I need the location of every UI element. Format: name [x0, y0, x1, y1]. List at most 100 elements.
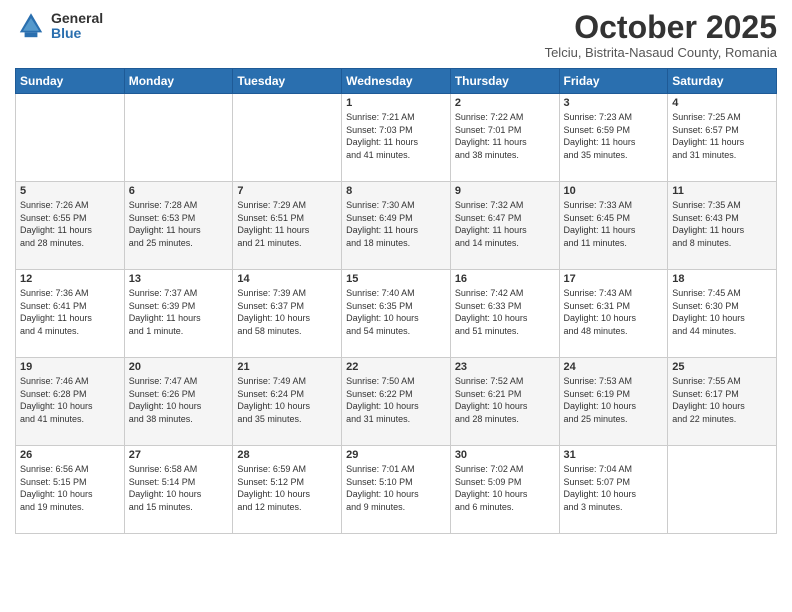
day-info: Sunrise: 7:47 AM Sunset: 6:26 PM Dayligh… [129, 375, 229, 425]
day-number: 8 [346, 185, 446, 197]
day-number: 16 [455, 273, 555, 285]
day-cell: 21 Sunrise: 7:49 AM Sunset: 6:24 PM Dayli… [233, 358, 342, 446]
day-cell: 7Sunrise: 7:29 AM Sunset: 6:51 PM Daylig… [233, 182, 342, 270]
calendar: SundayMondayTuesdayWednesdayThursdayFrid… [15, 68, 777, 534]
day-number: 3 [564, 97, 664, 109]
day-cell: 1Sunrise: 7:21 AM Sunset: 7:03 PM Daylig… [342, 94, 451, 182]
header: General Blue October 2025 Telciu, Bistri… [15, 10, 777, 60]
day-number: 13 [129, 273, 229, 285]
day-cell: 12 Sunrise: 7:36 AM Sunset: 6:41 PM Dayli… [16, 270, 125, 358]
day-info: Sunrise: 7:29 AM Sunset: 6:51 PM Dayligh… [237, 199, 337, 249]
day-cell [124, 94, 233, 182]
logo: General Blue [15, 10, 103, 42]
day-number: 30 [455, 449, 555, 461]
day-number: 31 [564, 449, 664, 461]
day-number: 4 [672, 97, 772, 109]
day-cell: 8 Sunrise: 7:30 AM Sunset: 6:49 PM Daylig… [342, 182, 451, 270]
day-cell: 25 Sunrise: 7:55 AM Sunset: 6:17 PM Dayli… [668, 358, 777, 446]
day-number: 17 [564, 273, 664, 285]
day-number: 12 [20, 273, 120, 285]
day-info: Sunrise: 7:25 AM Sunset: 6:57 PM Dayligh… [672, 111, 772, 161]
day-cell: 20 Sunrise: 7:47 AM Sunset: 6:26 PM Dayli… [124, 358, 233, 446]
day-info: Sunrise: 6:59 AM Sunset: 5:12 PM Dayligh… [237, 463, 337, 513]
day-cell: 14 Sunrise: 7:39 AM Sunset: 6:37 PM Dayli… [233, 270, 342, 358]
day-number: 23 [455, 361, 555, 373]
day-cell: 29 Sunrise: 7:01 AM Sunset: 5:10 PM Dayli… [342, 446, 451, 534]
day-cell: 18 Sunrise: 7:45 AM Sunset: 6:30 PM Dayli… [668, 270, 777, 358]
day-cell: 6 Sunrise: 7:28 AM Sunset: 6:53 PM Daylig… [124, 182, 233, 270]
day-cell: 5 Sunrise: 7:26 AM Sunset: 6:55 PM Daylig… [16, 182, 125, 270]
day-info: Sunrise: 7:21 AM Sunset: 7:03 PM Dayligh… [346, 111, 446, 161]
day-info: Sunrise: 7:42 AM Sunset: 6:33 PM Dayligh… [455, 287, 555, 337]
day-info: Sunrise: 7:49 AM Sunset: 6:24 PM Dayligh… [237, 375, 337, 425]
day-number: 14 [237, 273, 337, 285]
week-row-4: 19Sunrise: 7:46 AM Sunset: 6:28 PM Dayli… [16, 358, 777, 446]
day-cell: 19Sunrise: 7:46 AM Sunset: 6:28 PM Dayli… [16, 358, 125, 446]
day-number: 20 [129, 361, 229, 373]
day-cell: 31 Sunrise: 7:04 AM Sunset: 5:07 PM Dayli… [559, 446, 668, 534]
day-info: Sunrise: 7:01 AM Sunset: 5:10 PM Dayligh… [346, 463, 446, 513]
day-number: 9 [455, 185, 555, 197]
week-row-3: 12 Sunrise: 7:36 AM Sunset: 6:41 PM Dayli… [16, 270, 777, 358]
day-info: Sunrise: 7:04 AM Sunset: 5:07 PM Dayligh… [564, 463, 664, 513]
day-cell: 26Sunrise: 6:56 AM Sunset: 5:15 PM Dayli… [16, 446, 125, 534]
day-info: Sunrise: 7:46 AM Sunset: 6:28 PM Dayligh… [20, 375, 120, 425]
weekday-header-friday: Friday [559, 69, 668, 94]
day-cell: 10 Sunrise: 7:33 AM Sunset: 6:45 PM Dayli… [559, 182, 668, 270]
logo-icon [15, 10, 47, 42]
day-number: 18 [672, 273, 772, 285]
day-cell: 30Sunrise: 7:02 AM Sunset: 5:09 PM Dayli… [450, 446, 559, 534]
weekday-header-monday: Monday [124, 69, 233, 94]
day-number: 25 [672, 361, 772, 373]
day-cell: 27Sunrise: 6:58 AM Sunset: 5:14 PM Dayli… [124, 446, 233, 534]
day-number: 2 [455, 97, 555, 109]
weekday-header-sunday: Sunday [16, 69, 125, 94]
day-info: Sunrise: 7:32 AM Sunset: 6:47 PM Dayligh… [455, 199, 555, 249]
day-number: 10 [564, 185, 664, 197]
day-info: Sunrise: 7:33 AM Sunset: 6:45 PM Dayligh… [564, 199, 664, 249]
day-cell: 3 Sunrise: 7:23 AM Sunset: 6:59 PM Daylig… [559, 94, 668, 182]
day-info: Sunrise: 7:30 AM Sunset: 6:49 PM Dayligh… [346, 199, 446, 249]
day-number: 15 [346, 273, 446, 285]
day-info: Sunrise: 7:39 AM Sunset: 6:37 PM Dayligh… [237, 287, 337, 337]
day-cell: 11Sunrise: 7:35 AM Sunset: 6:43 PM Dayli… [668, 182, 777, 270]
day-info: Sunrise: 7:37 AM Sunset: 6:39 PM Dayligh… [129, 287, 229, 337]
day-info: Sunrise: 6:58 AM Sunset: 5:14 PM Dayligh… [129, 463, 229, 513]
day-info: Sunrise: 7:35 AM Sunset: 6:43 PM Dayligh… [672, 199, 772, 249]
weekday-header-saturday: Saturday [668, 69, 777, 94]
day-cell: 9 Sunrise: 7:32 AM Sunset: 6:47 PM Daylig… [450, 182, 559, 270]
day-number: 22 [346, 361, 446, 373]
day-info: Sunrise: 7:52 AM Sunset: 6:21 PM Dayligh… [455, 375, 555, 425]
day-number: 5 [20, 185, 120, 197]
day-cell: 15 Sunrise: 7:40 AM Sunset: 6:35 PM Dayli… [342, 270, 451, 358]
day-info: Sunrise: 7:36 AM Sunset: 6:41 PM Dayligh… [20, 287, 120, 337]
weekday-header-tuesday: Tuesday [233, 69, 342, 94]
location-text: Telciu, Bistrita-Nasaud County, Romania [545, 45, 777, 60]
day-cell [233, 94, 342, 182]
month-title: October 2025 [545, 10, 777, 45]
day-info: Sunrise: 7:23 AM Sunset: 6:59 PM Dayligh… [564, 111, 664, 161]
day-info: Sunrise: 7:28 AM Sunset: 6:53 PM Dayligh… [129, 199, 229, 249]
day-cell: 16 Sunrise: 7:42 AM Sunset: 6:33 PM Dayli… [450, 270, 559, 358]
weekday-header-thursday: Thursday [450, 69, 559, 94]
day-cell: 17 Sunrise: 7:43 AM Sunset: 6:31 PM Dayli… [559, 270, 668, 358]
day-info: Sunrise: 7:50 AM Sunset: 6:22 PM Dayligh… [346, 375, 446, 425]
logo-general-text: General [51, 11, 103, 26]
day-number: 28 [237, 449, 337, 461]
day-cell: 23 Sunrise: 7:52 AM Sunset: 6:21 PM Dayli… [450, 358, 559, 446]
day-cell: 24Sunrise: 7:53 AM Sunset: 6:19 PM Dayli… [559, 358, 668, 446]
day-number: 21 [237, 361, 337, 373]
day-number: 29 [346, 449, 446, 461]
day-info: Sunrise: 7:26 AM Sunset: 6:55 PM Dayligh… [20, 199, 120, 249]
day-number: 6 [129, 185, 229, 197]
day-info: Sunrise: 7:40 AM Sunset: 6:35 PM Dayligh… [346, 287, 446, 337]
day-cell [668, 446, 777, 534]
day-info: Sunrise: 7:43 AM Sunset: 6:31 PM Dayligh… [564, 287, 664, 337]
day-number: 26 [20, 449, 120, 461]
day-info: Sunrise: 7:55 AM Sunset: 6:17 PM Dayligh… [672, 375, 772, 425]
weekday-header-row: SundayMondayTuesdayWednesdayThursdayFrid… [16, 69, 777, 94]
day-info: Sunrise: 7:45 AM Sunset: 6:30 PM Dayligh… [672, 287, 772, 337]
week-row-5: 26Sunrise: 6:56 AM Sunset: 5:15 PM Dayli… [16, 446, 777, 534]
weekday-header-wednesday: Wednesday [342, 69, 451, 94]
day-info: Sunrise: 7:53 AM Sunset: 6:19 PM Dayligh… [564, 375, 664, 425]
